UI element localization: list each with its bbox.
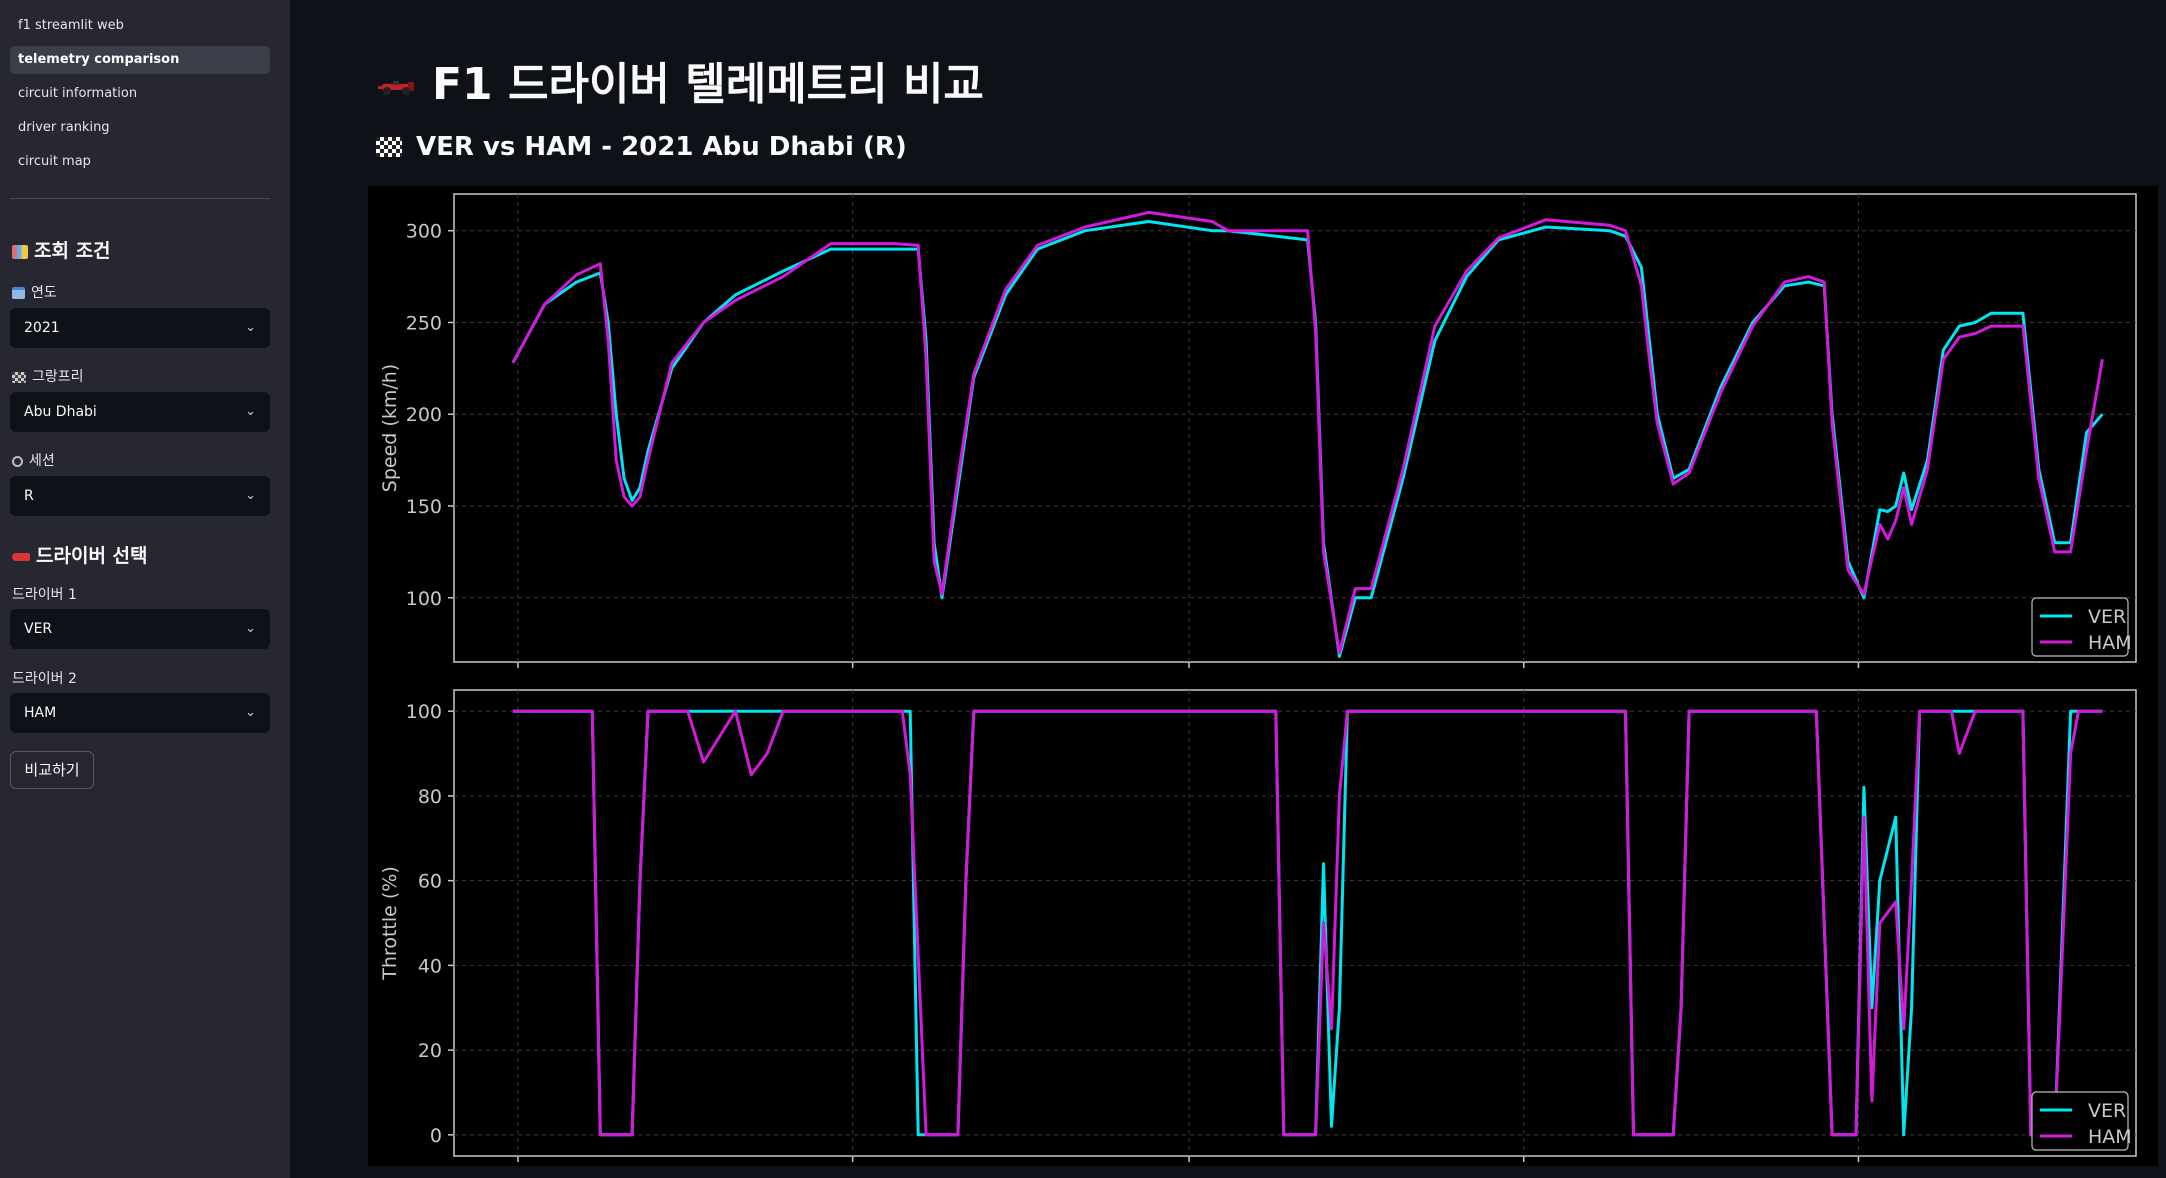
race-car-icon	[378, 81, 414, 95]
y-tick-label: 100	[406, 701, 442, 723]
year-label: 연도	[12, 282, 57, 302]
telemetry-chart-svg: 100 150 200 250 300 Speed (km/h) VER HAM 0 20 40 60…	[379, 193, 2137, 1162]
y-tick-label: 20	[418, 1040, 442, 1062]
driver-section-title: 드라이버 선택	[12, 541, 148, 568]
year-select[interactable]: 2021 ⌄	[10, 308, 270, 348]
nav-item-driver-ranking[interactable]: driver ranking	[10, 114, 270, 142]
chevron-down-icon: ⌄	[245, 705, 256, 720]
driver2-select[interactable]: HAM ⌄	[10, 693, 270, 733]
y-axis-label: Throttle (%)	[379, 866, 401, 980]
chevron-down-icon: ⌄	[245, 621, 256, 636]
page-title: F1 드라이버 텔레메트리 비교	[378, 48, 984, 112]
y-axis-label: Speed (km/h)	[379, 364, 401, 492]
y-tick-label: 0	[430, 1125, 442, 1147]
driver2-label: 드라이버 2	[12, 671, 77, 687]
stopwatch-icon	[12, 456, 23, 467]
query-section-title: 조회 조건	[12, 236, 111, 263]
driver1-label: 드라이버 1	[12, 587, 77, 603]
sidebar: f1 streamlit web telemetry comparison ci…	[0, 0, 290, 1178]
y-tick-label: 100	[406, 588, 442, 610]
grand-prix-select[interactable]: Abu Dhabi ⌄	[10, 392, 270, 432]
driver1-select[interactable]: VER ⌄	[10, 609, 270, 649]
plot-frame	[453, 193, 2137, 663]
session-label: 세션	[12, 450, 55, 470]
chevron-down-icon: ⌄	[245, 488, 256, 503]
legend-label-ver: VER	[2088, 1100, 2126, 1122]
checkered-flag-icon	[376, 137, 402, 157]
legend-label-ver: VER	[2088, 606, 2126, 628]
sidebar-divider	[10, 198, 270, 199]
nav-item-circuit-map[interactable]: circuit map	[10, 148, 270, 176]
legend-label-ham: HAM	[2088, 1126, 2132, 1148]
sidebar-nav: f1 streamlit web telemetry comparison ci…	[10, 12, 270, 182]
session-select[interactable]: R ⌄	[10, 476, 270, 516]
nav-item-telemetry-comparison[interactable]: telemetry comparison	[10, 46, 270, 74]
y-tick-label: 60	[418, 871, 442, 893]
legend-label-ham: HAM	[2088, 632, 2132, 654]
grand-prix-label: 그랑프리	[12, 366, 84, 386]
y-tick-label: 200	[406, 404, 442, 426]
race-car-icon	[12, 553, 30, 561]
chevron-down-icon: ⌄	[245, 404, 256, 419]
chevron-down-icon: ⌄	[245, 320, 256, 335]
y-tick-label: 250	[406, 312, 442, 334]
y-tick-label: 300	[406, 221, 442, 243]
nav-item-circuit-information[interactable]: circuit information	[10, 80, 270, 108]
y-tick-label: 150	[406, 496, 442, 518]
bar-chart-icon	[12, 245, 28, 259]
page-subtitle: VER vs HAM - 2021 Abu Dhabi (R)	[376, 132, 907, 162]
telemetry-chart: 100 150 200 250 300 Speed (km/h) VER HAM 0 20 40 60…	[368, 186, 2158, 1166]
y-tick-label: 80	[418, 786, 442, 808]
nav-item-home[interactable]: f1 streamlit web	[10, 12, 270, 40]
y-tick-label: 40	[418, 955, 442, 977]
compare-button[interactable]: 비교하기	[10, 751, 94, 789]
calendar-icon	[12, 287, 25, 299]
checkered-flag-icon	[12, 372, 26, 383]
